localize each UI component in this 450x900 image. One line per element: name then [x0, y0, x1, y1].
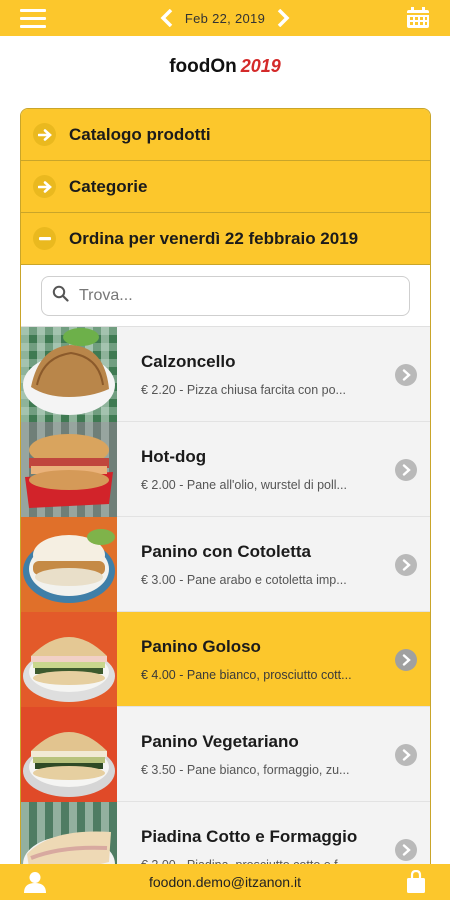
product-image	[21, 421, 117, 517]
product-name: Hot-dog	[141, 446, 207, 466]
product-image	[21, 706, 117, 802]
product-image	[21, 326, 117, 422]
shopping-bag-icon[interactable]	[406, 869, 426, 894]
chevron-right-icon[interactable]	[395, 649, 417, 671]
calendar-icon[interactable]	[406, 7, 430, 29]
chevron-right-icon[interactable]	[395, 554, 417, 576]
product-name: Panino Goloso	[141, 636, 261, 656]
brand-year: 2019	[240, 56, 281, 76]
search-icon	[52, 285, 69, 307]
product-name: Panino Vegetariano	[141, 731, 299, 751]
accordion-label: Categorie	[69, 176, 148, 196]
arrow-right-circle-icon	[33, 123, 56, 146]
product-description: € 2.20 - Pizza chiusa farcita con po...	[141, 382, 346, 397]
brand-name: foodOn	[169, 56, 237, 77]
chevron-right-icon[interactable]	[395, 459, 417, 481]
list-item[interactable]: Panino con Cotoletta € 3.00 - Pane arabo…	[21, 516, 430, 612]
arrow-right-circle-icon	[33, 175, 56, 198]
chevron-right-icon[interactable]	[395, 744, 417, 766]
product-name: Piadina Cotto e Formaggio	[141, 826, 358, 846]
product-info: Panino con Cotoletta € 3.00 - Pane arabo…	[141, 542, 391, 587]
accordion-categorie[interactable]: Categorie	[21, 161, 430, 213]
product-image	[21, 516, 117, 612]
product-list: Calzoncello € 2.20 - Pizza chiusa farcit…	[21, 326, 430, 887]
product-info: Panino Goloso € 4.00 - Pane bianco, pros…	[141, 637, 391, 682]
top-bar: Feb 22, 2019	[0, 0, 450, 36]
search-input[interactable]	[79, 287, 379, 305]
product-description: € 3.50 - Pane bianco, formaggio, zu...	[141, 762, 350, 777]
accordion-ordina[interactable]: Ordina per venerdì 22 febbraio 2019	[21, 213, 430, 265]
product-description: € 3.00 - Pane arabo e cotoletta imp...	[141, 572, 347, 587]
list-item[interactable]: Hot-dog € 2.00 - Pane all'olio, wurstel …	[21, 421, 430, 517]
list-item[interactable]: Panino Vegetariano € 3.50 - Pane bianco,…	[21, 706, 430, 802]
product-description: € 4.00 - Pane bianco, prosciutto cott...	[141, 667, 352, 682]
chevron-left-icon[interactable]	[160, 7, 174, 29]
app-title: foodOn 2019	[0, 56, 450, 78]
accordion-label: Ordina per venerdì 22 febbraio 2019	[69, 228, 359, 248]
chevron-right-icon[interactable]	[395, 839, 417, 861]
product-info: Panino Vegetariano € 3.50 - Pane bianco,…	[141, 732, 391, 777]
chevron-right-icon[interactable]	[395, 364, 417, 386]
hamburger-icon[interactable]	[20, 9, 46, 29]
product-info: Calzoncello € 2.20 - Pizza chiusa farcit…	[141, 352, 391, 397]
product-info: Hot-dog € 2.00 - Pane all'olio, wurstel …	[141, 447, 391, 492]
product-name: Calzoncello	[141, 351, 236, 371]
date-navigator: Feb 22, 2019	[160, 7, 290, 29]
accordion-catalogo[interactable]: Catalogo prodotti	[21, 109, 430, 161]
current-date[interactable]: Feb 22, 2019	[185, 11, 265, 26]
list-item[interactable]: Calzoncello € 2.20 - Pizza chiusa farcit…	[21, 326, 430, 422]
product-image	[21, 611, 117, 707]
chevron-right-icon[interactable]	[276, 7, 290, 29]
search-area	[21, 265, 430, 327]
search-box[interactable]	[41, 276, 410, 316]
product-name: Panino con Cotoletta	[141, 541, 311, 561]
bottom-bar: foodon.demo@itzanon.it	[0, 864, 450, 900]
user-email: foodon.demo@itzanon.it	[149, 874, 301, 890]
minus-circle-icon	[33, 227, 56, 250]
list-item-selected[interactable]: Panino Goloso € 4.00 - Pane bianco, pros…	[21, 611, 430, 707]
product-description: € 2.00 - Pane all'olio, wurstel di poll.…	[141, 477, 347, 492]
accordion-label: Catalogo prodotti	[69, 124, 211, 144]
main-card: Catalogo prodotti Categorie Ordina per v…	[20, 108, 431, 888]
